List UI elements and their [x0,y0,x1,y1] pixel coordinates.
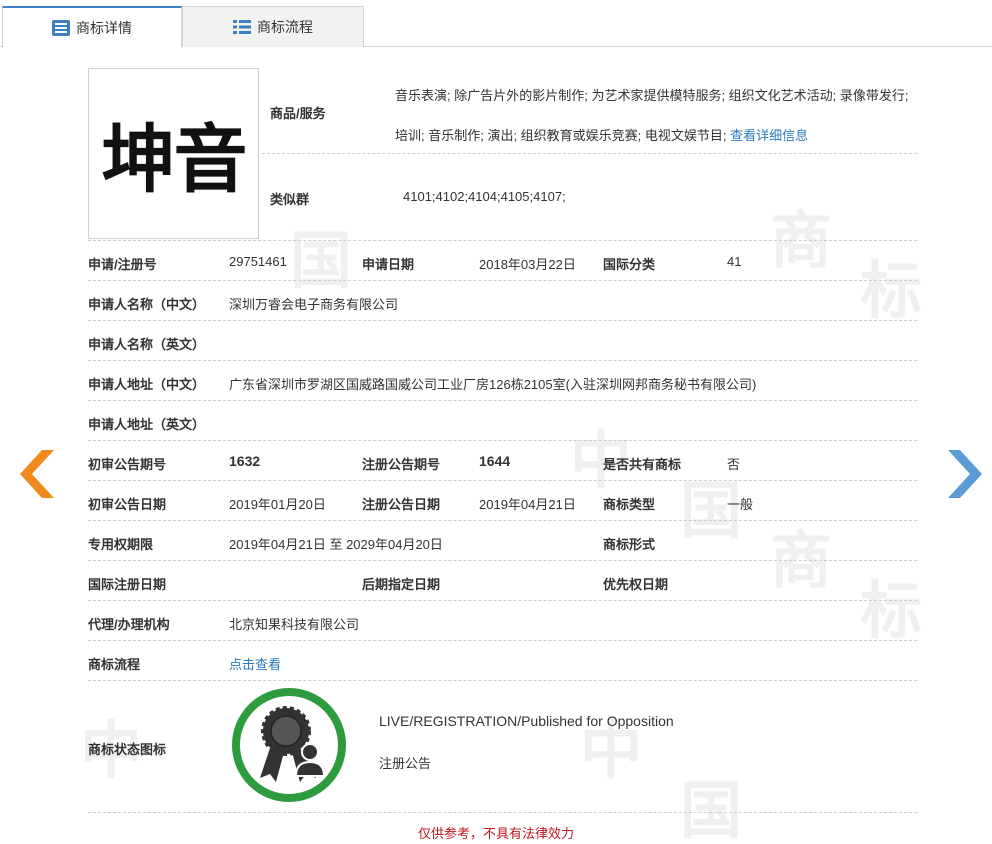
registration-status-badge-icon [232,688,346,802]
divider [88,480,917,481]
divider [88,520,917,521]
flow-label: 商标流程 [88,657,141,672]
apply-date-value: 2018年03月22日 [479,257,576,272]
prelim-pub-date-value: 2019年01月20日 [229,497,326,512]
prelim-pub-date-label: 初审公告日期 [88,497,167,512]
intl-class-value: 41 [727,254,742,269]
address-cn-label: 申请人地址（中文） [88,377,206,392]
mark-type-label: 商标类型 [603,497,656,512]
reg-no-value: 29751461 [229,254,287,269]
agent-value: 北京知果科技有限公司 [229,617,360,632]
applicant-cn-label: 申请人名称（中文） [88,297,206,312]
agent-label: 代理/办理机构 [88,617,170,632]
intl-reg-date-label: 国际注册日期 [88,577,167,592]
reg-pub-no-value: 1644 [479,453,511,469]
view-flow-link[interactable]: 点击查看 [229,654,281,673]
trademark-detail-panel: 坤音 商品/服务 音乐表演; 除广告片外的影片制作; 为艺术家提供模特服务; 组… [0,0,992,844]
similar-group-label: 类似群 [270,192,310,207]
previous-arrow-icon[interactable] [20,450,54,498]
divider [88,320,917,321]
mark-form-label: 商标形式 [603,537,656,552]
intl-class-label: 国际分类 [603,257,656,272]
prelim-pub-no-label: 初审公告期号 [88,457,167,472]
divider [88,680,917,681]
divider [88,240,917,241]
exclusive-period-label: 专用权期限 [88,537,154,552]
similar-group-value: 4101;4102;4104;4105;4107; [403,189,566,204]
status-icon-label: 商标状态图标 [88,742,167,757]
divider [88,560,917,561]
view-detail-link[interactable]: 查看详细信息 [730,128,808,143]
divider [88,600,917,601]
reg-pub-no-label: 注册公告期号 [362,457,441,472]
next-arrow-icon[interactable] [948,450,982,498]
divider [88,640,917,641]
divider [88,440,917,441]
address-cn-value: 广东省深圳市罗湖区国威路国威公司工业厂房126栋2105室(入驻深圳网邦商务秘书… [229,377,757,392]
trademark-image: 坤音 [88,68,259,239]
exclusive-period-value: 2019年04月21日 至 2029年04月20日 [229,537,443,552]
status-english: LIVE/REGISTRATION/Published for Oppositi… [379,713,674,729]
divider [88,812,917,813]
applicant-en-label: 申请人名称（英文） [88,337,206,352]
reg-pub-date-label: 注册公告日期 [362,497,441,512]
divider [262,153,917,154]
shared-label: 是否共有商标 [603,457,682,472]
prelim-pub-no-value: 1632 [229,453,261,469]
apply-date-label: 申请日期 [362,257,415,272]
later-designation-label: 后期指定日期 [362,577,441,592]
mark-type-value: 一般 [727,497,754,512]
shared-value: 否 [727,457,741,472]
goods-label: 商品/服务 [270,106,326,121]
divider [88,360,917,361]
disclaimer-note: 仅供参考，不具有法律效力 [417,826,574,841]
status-chinese: 注册公告 [379,756,432,771]
goods-services-text: 音乐表演; 除广告片外的影片制作; 为艺术家提供模特服务; 组织文化艺术活动; … [395,76,920,156]
priority-date-label: 优先权日期 [603,577,669,592]
applicant-cn-value: 深圳万睿会电子商务有限公司 [229,297,399,312]
divider [88,280,917,281]
reg-pub-date-value: 2019年04月21日 [479,497,576,512]
address-en-label: 申请人地址（英文） [88,417,206,432]
reg-no-label: 申请/注册号 [88,257,157,272]
divider [88,400,917,401]
goods-services-value: 音乐表演; 除广告片外的影片制作; 为艺术家提供模特服务; 组织文化艺术活动; … [395,88,909,143]
trademark-logo-text: 坤音 [101,117,248,203]
